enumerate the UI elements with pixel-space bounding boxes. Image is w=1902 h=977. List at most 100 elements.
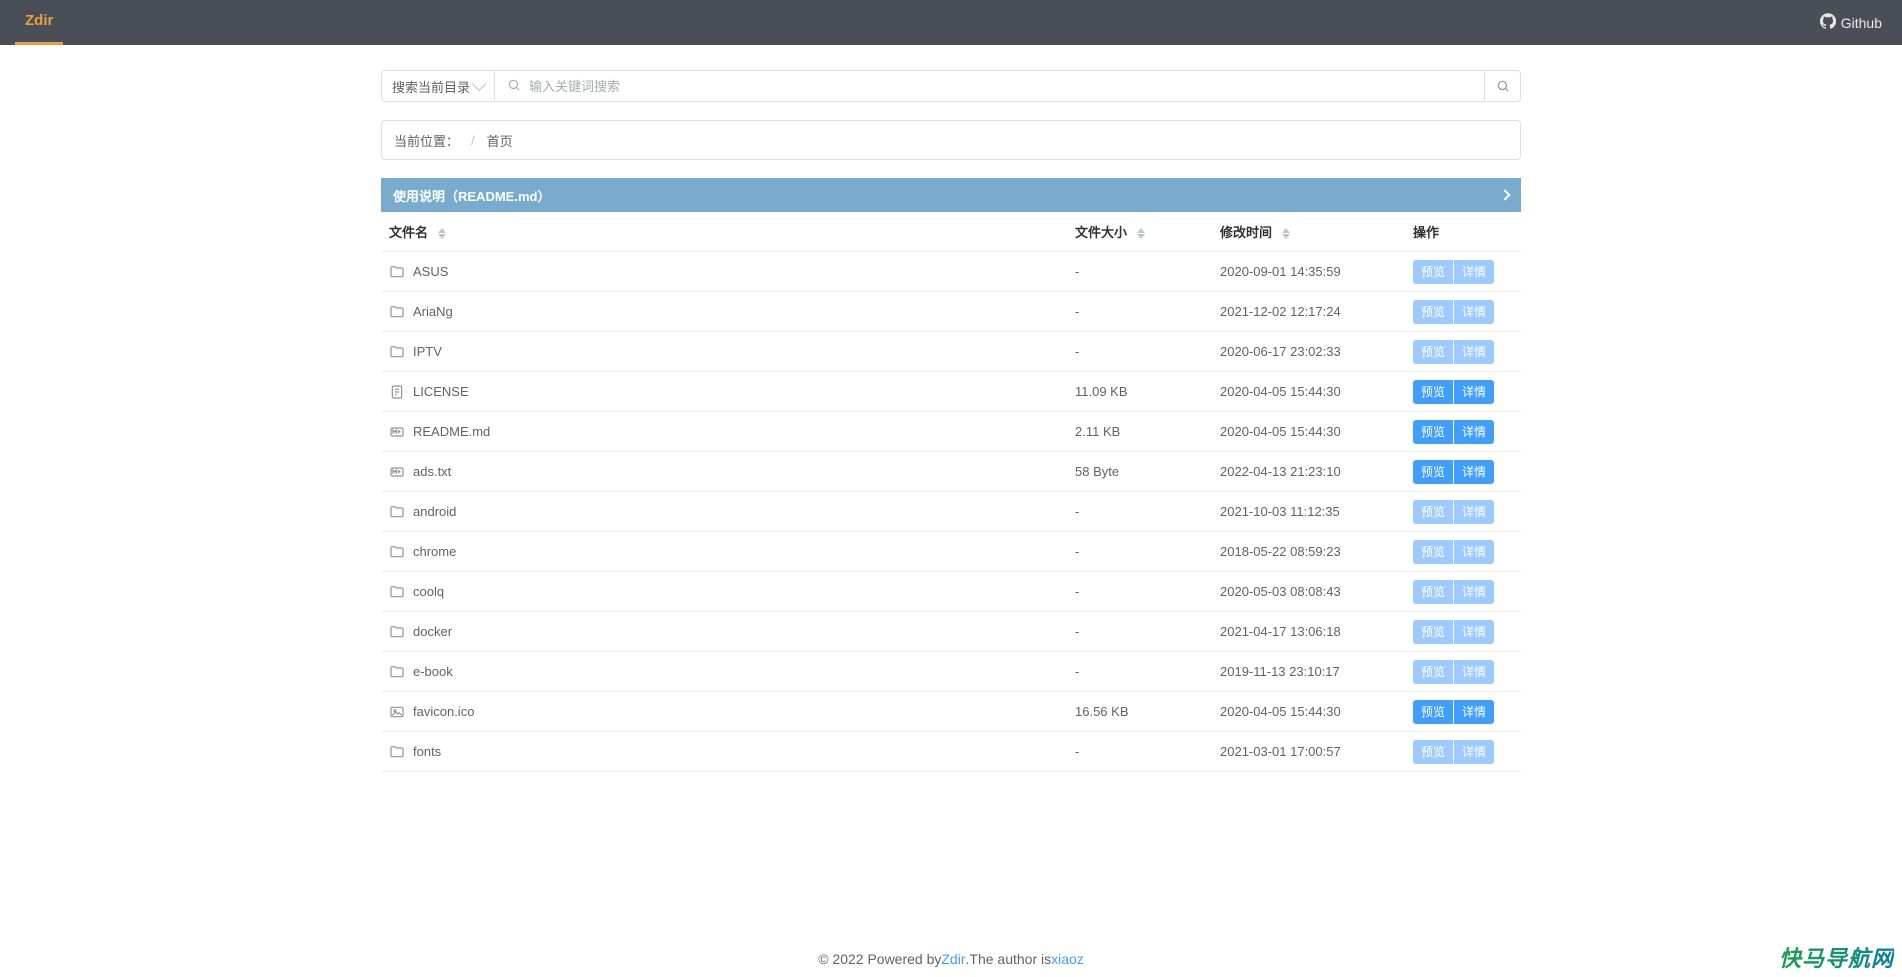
detail-button[interactable]: 详情 <box>1454 700 1494 724</box>
preview-button[interactable]: 预览 <box>1413 460 1453 484</box>
readme-collapse-header[interactable]: 使用说明（README.md） <box>381 178 1521 212</box>
file-name-label: IPTV <box>413 344 442 359</box>
file-name-cell[interactable]: coolq <box>389 584 1075 600</box>
file-name-cell[interactable]: android <box>389 504 1075 520</box>
folder-icon <box>389 344 405 360</box>
file-size-cell: - <box>1075 264 1220 279</box>
file-name-label: LICENSE <box>413 384 469 399</box>
file-name-label: fonts <box>413 744 441 759</box>
file-name-cell[interactable]: IPTV <box>389 344 1075 360</box>
file-size-cell: - <box>1075 504 1220 519</box>
table-row: coolq-2020-05-03 08:08:43预览详情 <box>381 572 1521 612</box>
app-logo[interactable]: Zdir <box>15 0 63 45</box>
file-name-label: README.md <box>413 424 490 439</box>
file-size-cell: - <box>1075 744 1220 759</box>
file-name-label: e-book <box>413 664 453 679</box>
column-header-size[interactable]: 文件大小 <box>1075 222 1220 241</box>
table-row: android-2021-10-03 11:12:35预览详情 <box>381 492 1521 532</box>
footer-link-author[interactable]: xiaoz <box>1051 951 1084 967</box>
table-row: ads.txt58 Byte2022-04-13 21:23:10预览详情 <box>381 452 1521 492</box>
column-header-mtime-label: 修改时间 <box>1220 225 1272 240</box>
file-name-cell[interactable]: docker <box>389 624 1075 640</box>
file-name-cell[interactable]: favicon.ico <box>389 704 1075 720</box>
folder-icon <box>389 744 405 760</box>
file-name-label: ads.txt <box>413 464 451 479</box>
search-button[interactable] <box>1484 71 1520 101</box>
preview-button[interactable]: 预览 <box>1413 300 1453 324</box>
search-bar: 搜索当前目录 <box>381 70 1521 102</box>
folder-icon <box>389 304 405 320</box>
file-name-cell[interactable]: e-book <box>389 664 1075 680</box>
preview-button[interactable]: 预览 <box>1413 660 1453 684</box>
breadcrumb: 当前位置： / 首页 <box>381 120 1521 160</box>
preview-button[interactable]: 预览 <box>1413 260 1453 284</box>
file-name-cell[interactable]: fonts <box>389 744 1075 760</box>
detail-button[interactable]: 详情 <box>1454 620 1494 644</box>
file-size-cell: - <box>1075 344 1220 359</box>
file-mtime-cell: 2020-04-05 15:44:30 <box>1220 424 1413 439</box>
detail-button[interactable]: 详情 <box>1454 300 1494 324</box>
file-mtime-cell: 2021-12-02 12:17:24 <box>1220 304 1413 319</box>
preview-button[interactable]: 预览 <box>1413 700 1453 724</box>
column-header-size-label: 文件大小 <box>1075 225 1127 240</box>
file-name-cell[interactable]: README.md <box>389 424 1075 440</box>
row-actions: 预览详情 <box>1413 420 1494 444</box>
detail-button[interactable]: 详情 <box>1454 460 1494 484</box>
file-name-cell[interactable]: ads.txt <box>389 464 1075 480</box>
preview-button[interactable]: 预览 <box>1413 500 1453 524</box>
github-icon <box>1820 13 1836 32</box>
file-name-label: chrome <box>413 544 456 559</box>
detail-button[interactable]: 详情 <box>1454 500 1494 524</box>
detail-button[interactable]: 详情 <box>1454 740 1494 764</box>
column-header-name[interactable]: 文件名 <box>389 222 1075 241</box>
file-ops-cell: 预览详情 <box>1413 580 1513 604</box>
preview-button[interactable]: 预览 <box>1413 340 1453 364</box>
watermark: 快马导航网 <box>1779 941 1894 973</box>
breadcrumb-separator: / <box>471 133 475 148</box>
file-name-cell[interactable]: AriaNg <box>389 304 1075 320</box>
table-row: ASUS-2020-09-01 14:35:59预览详情 <box>381 252 1521 292</box>
preview-button[interactable]: 预览 <box>1413 420 1453 444</box>
breadcrumb-label: 当前位置： <box>394 131 459 150</box>
breadcrumb-home[interactable]: 首页 <box>487 131 513 150</box>
file-name-label: docker <box>413 624 452 639</box>
row-actions: 预览详情 <box>1413 580 1494 604</box>
file-size-cell: 11.09 KB <box>1075 384 1220 399</box>
folder-icon <box>389 264 405 280</box>
file-size-cell: - <box>1075 544 1220 559</box>
markdown-icon <box>389 464 405 480</box>
search-scope-select[interactable]: 搜索当前目录 <box>382 71 495 101</box>
file-text-icon <box>389 384 405 400</box>
preview-button[interactable]: 预览 <box>1413 380 1453 404</box>
search-scope-label: 搜索当前目录 <box>392 77 470 96</box>
preview-button[interactable]: 预览 <box>1413 540 1453 564</box>
footer-link-zdir[interactable]: Zdir <box>941 951 965 967</box>
file-mtime-cell: 2020-04-05 15:44:30 <box>1220 384 1413 399</box>
file-name-cell[interactable]: ASUS <box>389 264 1075 280</box>
detail-button[interactable]: 详情 <box>1454 340 1494 364</box>
markdown-icon <box>389 424 405 440</box>
column-header-mtime[interactable]: 修改时间 <box>1220 222 1413 241</box>
file-ops-cell: 预览详情 <box>1413 620 1513 644</box>
search-input[interactable] <box>529 72 1484 100</box>
file-name-cell[interactable]: chrome <box>389 544 1075 560</box>
detail-button[interactable]: 详情 <box>1454 260 1494 284</box>
file-ops-cell: 预览详情 <box>1413 740 1513 764</box>
file-mtime-cell: 2022-04-13 21:23:10 <box>1220 464 1413 479</box>
file-size-cell: - <box>1075 624 1220 639</box>
detail-button[interactable]: 详情 <box>1454 580 1494 604</box>
github-link[interactable]: Github <box>1820 13 1882 32</box>
file-size-cell: - <box>1075 664 1220 679</box>
detail-button[interactable]: 详情 <box>1454 420 1494 444</box>
github-label: Github <box>1841 15 1882 31</box>
search-icon <box>507 78 521 95</box>
detail-button[interactable]: 详情 <box>1454 540 1494 564</box>
file-ops-cell: 预览详情 <box>1413 700 1513 724</box>
image-icon <box>389 704 405 720</box>
detail-button[interactable]: 详情 <box>1454 660 1494 684</box>
detail-button[interactable]: 详情 <box>1454 380 1494 404</box>
preview-button[interactable]: 预览 <box>1413 740 1453 764</box>
preview-button[interactable]: 预览 <box>1413 620 1453 644</box>
file-name-cell[interactable]: LICENSE <box>389 384 1075 400</box>
preview-button[interactable]: 预览 <box>1413 580 1453 604</box>
